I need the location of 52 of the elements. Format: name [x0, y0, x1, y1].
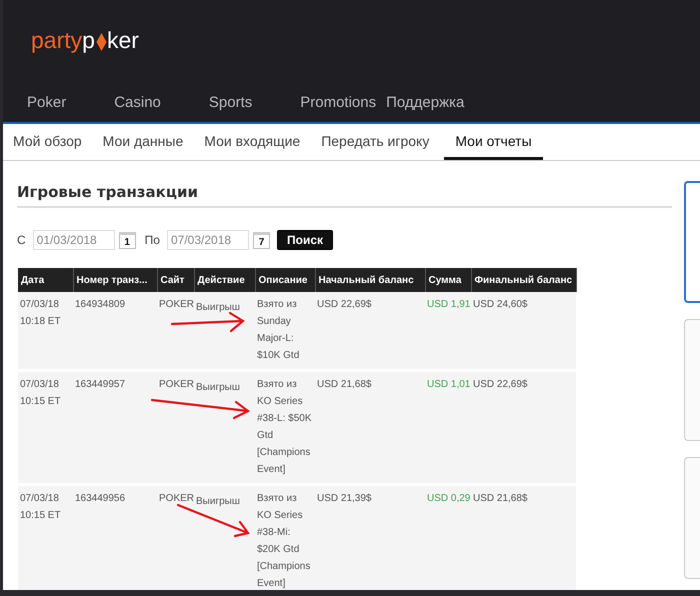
- subnav-tab[interactable]: Передать игроку: [315, 124, 440, 160]
- nav-tab[interactable]: Promotions: [276, 82, 382, 122]
- final-balance: USD 21,68$: [473, 492, 528, 506]
- subnav-tab[interactable]: Мои входящие: [198, 124, 312, 160]
- site-cell-text: POKER: [159, 492, 194, 506]
- date-cell-text: 07/03/18 10:15 ET: [20, 378, 61, 409]
- date-field[interactable]: 01/03/2018: [32, 230, 115, 250]
- logo[interactable]: partyp ker: [3, 0, 700, 54]
- subnav-tab[interactable]: Мой обзор: [7, 124, 93, 160]
- section-title: Игровые транзакции: [17, 183, 672, 208]
- to-label: По: [144, 233, 160, 247]
- amount-cell-text: USD 1,01: [427, 378, 470, 392]
- transaction-number: 163449957: [75, 378, 126, 392]
- from-label: С: [17, 233, 26, 247]
- column-header[interactable]: Номер транз...: [73, 268, 157, 292]
- site-cell-text: POKER: [159, 298, 194, 312]
- amount-cell-text: USD 0,29: [427, 492, 470, 506]
- subnav-tab[interactable]: Мои данные: [96, 124, 194, 160]
- column-header[interactable]: Сайт: [157, 268, 194, 292]
- subnav-tab[interactable]: Мои отчеты: [444, 124, 543, 160]
- column-header[interactable]: Сумма: [425, 268, 471, 292]
- nav-tab[interactable]: Sports: [184, 82, 276, 122]
- calendar-button[interactable]: 1: [118, 232, 136, 248]
- column-header[interactable]: Действие: [194, 268, 255, 292]
- start-balance: USD 21,39$: [317, 492, 372, 506]
- search-button[interactable]: Поиск: [276, 230, 333, 250]
- column-header[interactable]: Дата: [18, 268, 73, 292]
- start-balance: USD 21,68$: [317, 378, 372, 392]
- nav-tab[interactable]: Поддержка: [382, 82, 488, 122]
- start-balance: USD 22,69$: [317, 298, 372, 312]
- column-header[interactable]: Начальный баланс: [315, 268, 425, 292]
- final-balance: USD 22,69$: [473, 378, 528, 392]
- description-cell-text: Взято из KO Series #38-Mi: $20K Gtd [Champions Event]: [257, 492, 310, 590]
- final-balance: USD 24,60$: [473, 298, 528, 312]
- description-cell-text: Взято из Sunday Major-L: $10K Gtd: [257, 298, 300, 363]
- action-cell-text: Выигрыш: [196, 381, 240, 395]
- action-cell-text: Выигрыш: [196, 495, 240, 509]
- amount-cell-text: USD 1,91: [427, 298, 470, 312]
- transaction-number: 164934809: [75, 298, 126, 312]
- column-header[interactable]: Описание: [255, 268, 315, 292]
- date-cell-text: 07/03/18 10:15 ET: [20, 492, 61, 523]
- date-cell-text: 07/03/18 10:18 ET: [20, 298, 61, 329]
- transaction-number: 163449956: [75, 492, 126, 506]
- site-cell-text: POKER: [159, 378, 194, 392]
- description-cell-text: Взято из KO Series #38-L: $50K Gtd [Champions Event]: [257, 378, 312, 477]
- action-cell-text: Выигрыш: [196, 301, 240, 315]
- diamond-icon: [96, 33, 107, 51]
- column-header[interactable]: Финальный баланс: [471, 268, 576, 292]
- calendar-button[interactable]: 7: [252, 232, 270, 248]
- nav-tab[interactable]: Casino: [90, 82, 185, 122]
- nav-tab[interactable]: Poker: [3, 82, 90, 122]
- date-field[interactable]: 07/03/2018: [166, 230, 249, 250]
